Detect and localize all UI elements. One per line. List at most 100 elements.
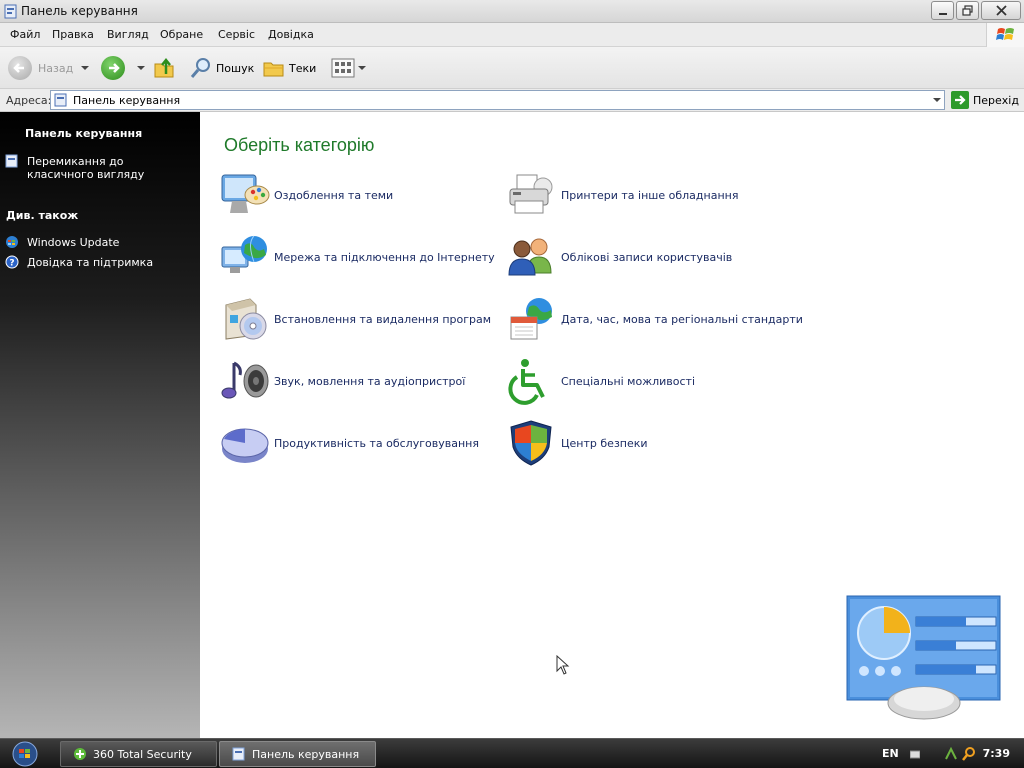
minimize-icon — [938, 12, 947, 15]
category-label: Оздоблення та теми — [274, 188, 394, 202]
sound-icon — [220, 357, 270, 405]
search-tray-icon[interactable] — [962, 747, 976, 761]
category-accessibility[interactable]: Спеціальні можливості — [507, 355, 695, 407]
help-support-link[interactable]: Довідка та підтримка — [27, 256, 153, 269]
menu-edit[interactable]: Правка — [52, 28, 94, 41]
forward-dropdown[interactable] — [137, 56, 145, 80]
folders-icon — [263, 62, 284, 77]
menu-bar: Файл Правка Вигляд Обране Сервіс Довідка — [0, 23, 1024, 47]
chevron-down-icon — [137, 66, 145, 70]
windows-start-icon — [12, 741, 38, 767]
menu-file[interactable]: Файл — [10, 28, 40, 41]
search-button[interactable]: Пошук — [189, 56, 254, 80]
menu-help[interactable]: Довідка — [268, 28, 314, 41]
back-button[interactable]: Назад — [8, 56, 73, 80]
switch-classic-view-link[interactable]: Перемикання до класичного вигляду — [27, 155, 192, 181]
category-label: Облікові записи користувачів — [561, 250, 733, 264]
category-label: Продуктивність та обслуговування — [274, 436, 479, 450]
network-icon — [220, 233, 270, 281]
views-icon — [331, 58, 355, 78]
category-user-accounts[interactable]: Облікові записи користувачів — [507, 231, 732, 283]
folders-label: Теки — [289, 61, 317, 75]
address-label: Адреса: — [6, 94, 52, 107]
close-button[interactable] — [981, 1, 1021, 20]
taskbar-button-label: 360 Total Security — [93, 747, 192, 761]
language-indicator[interactable]: EN — [882, 747, 899, 760]
go-arrow-icon — [951, 91, 969, 109]
chevron-down-icon — [358, 66, 366, 70]
address-bar: Адреса: Панель керування Перехід — [0, 89, 1024, 112]
user-accounts-icon — [507, 233, 557, 281]
category-label: Мережа та підключення до Інтернету — [274, 250, 495, 264]
chevron-down-icon — [81, 66, 89, 70]
shield-plus-icon — [74, 748, 86, 760]
back-label: Назад — [38, 61, 74, 75]
windows-update-icon — [6, 236, 18, 248]
control-panel-icon — [5, 154, 18, 168]
category-appearance-themes[interactable]: Оздоблення та теми — [220, 169, 393, 221]
taskbar-button-360-total-security[interactable]: 360 Total Security — [60, 741, 217, 767]
menu-tools[interactable]: Сервіс — [218, 28, 255, 41]
system-tray: EN 7:39 — [870, 741, 1024, 767]
category-label: Центр безпеки — [561, 436, 648, 450]
taskbar: 360 Total Security Панель керування EN 7… — [0, 738, 1024, 768]
menu-favorites[interactable]: Обране — [160, 28, 203, 41]
keyboard-icon[interactable] — [910, 749, 920, 759]
up-folder-button[interactable] — [153, 56, 177, 80]
forward-arrow-icon — [101, 56, 125, 80]
address-input[interactable]: Панель керування — [50, 90, 945, 110]
category-label: Звук, мовлення та аудіопристрої — [274, 374, 466, 388]
go-label: Перехід — [973, 93, 1019, 107]
category-label: Встановлення та видалення програм — [274, 312, 492, 326]
back-dropdown[interactable] — [81, 56, 89, 80]
category-date-time-region[interactable]: Дата, час, мова та регіональні стандарти — [507, 293, 803, 345]
category-network[interactable]: Мережа та підключення до Інтернету — [220, 231, 495, 283]
control-panel-icon — [232, 747, 245, 761]
taskbar-button-label: Панель керування — [252, 747, 360, 761]
windows-logo-icon — [986, 23, 1024, 47]
search-icon — [190, 58, 210, 78]
printer-icon — [507, 171, 557, 219]
page-title: Оберіть категорію — [224, 135, 375, 155]
category-label: Дата, час, мова та регіональні стандарти — [561, 312, 803, 326]
menu-view[interactable]: Вигляд — [107, 28, 149, 41]
control-panel-icon — [4, 4, 17, 19]
performance-icon — [220, 419, 270, 467]
go-button[interactable]: Перехід — [951, 91, 1019, 109]
category-add-remove-programs[interactable]: Встановлення та видалення програм — [220, 293, 491, 345]
taskbar-button-control-panel[interactable]: Панель керування — [219, 741, 376, 767]
category-printers[interactable]: Принтери та інше обладнання — [507, 169, 738, 221]
restore-icon — [962, 5, 973, 16]
svg-text:?: ? — [9, 259, 14, 269]
main-content: Оберіть категорію Оздоблення та теми Мер… — [200, 112, 1024, 738]
control-panel-icon — [54, 93, 67, 107]
toolbar: Назад Пошук Теки — [0, 47, 1024, 89]
category-label: Принтери та інше обладнання — [561, 188, 739, 202]
add-remove-programs-icon — [220, 295, 270, 343]
back-arrow-icon — [8, 56, 32, 80]
date-time-region-icon — [507, 295, 557, 343]
category-sound[interactable]: Звук, мовлення та аудіопристрої — [220, 355, 465, 407]
minimize-button[interactable] — [931, 1, 954, 20]
category-security-center[interactable]: Центр безпеки — [507, 417, 648, 469]
window-title: Панель керування — [21, 4, 138, 18]
sidebar: Панель керування Перемикання до класично… — [0, 112, 200, 738]
maximize-button[interactable] — [956, 1, 979, 20]
forward-button[interactable] — [101, 56, 125, 80]
control-panel-watermark-icon — [846, 595, 1001, 720]
start-button[interactable] — [3, 740, 47, 768]
category-performance[interactable]: Продуктивність та обслуговування — [220, 417, 479, 469]
security-center-icon — [507, 419, 557, 467]
folder-up-icon — [154, 57, 174, 78]
sidebar-title: Панель керування — [25, 127, 143, 140]
category-label: Спеціальні можливості — [561, 374, 696, 388]
windows-update-link[interactable]: Windows Update — [27, 236, 119, 249]
network-tray-icon[interactable] — [944, 747, 958, 761]
folders-button[interactable]: Теки — [262, 56, 316, 80]
clock[interactable]: 7:39 — [983, 747, 1010, 760]
views-button[interactable] — [331, 56, 366, 80]
title-bar[interactable]: Панель керування — [0, 0, 1024, 23]
address-dropdown-icon[interactable] — [933, 98, 941, 102]
mouse-cursor-icon — [556, 655, 570, 675]
address-value: Панель керування — [73, 94, 181, 107]
